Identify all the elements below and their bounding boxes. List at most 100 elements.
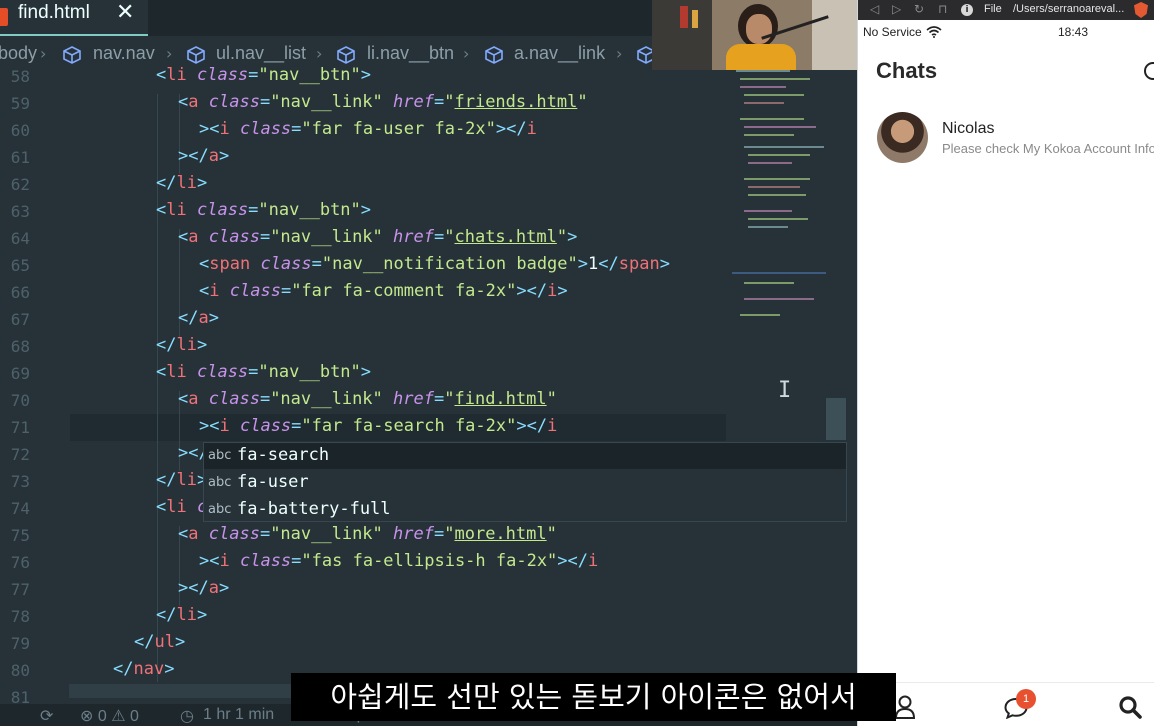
line-number: 68 [10,337,30,356]
breadcrumb-item[interactable]: ul.nav__list [216,43,306,64]
autocomplete-label: fa-battery-full [237,499,391,519]
minimap-line [732,272,826,274]
webcam-overlay [652,0,858,70]
code-line: <i class="far fa-comment fa-2x"></i> [199,281,568,301]
url-scheme: File [984,3,1002,15]
breadcrumb-item[interactable]: body [0,43,37,64]
forward-icon[interactable]: ▷ [892,2,901,16]
back-icon[interactable]: ◁ [870,2,879,16]
phone-status-bar: No Service 18:43 [858,22,1154,44]
chevron-right-icon: › [463,44,470,63]
autocomplete-item[interactable]: abc fa-user [204,470,846,496]
carrier-label: No Service [863,25,922,39]
avatar [877,112,928,163]
line-number: 72 [10,445,30,464]
problems-indicator[interactable]: ⊗ 0 ⚠ 0 [80,706,139,726]
book [680,6,688,28]
line-number: 75 [10,526,30,545]
line-number: 62 [10,175,30,194]
sync-icon[interactable]: ⟳ [40,706,53,726]
chevron-right-icon: › [316,44,323,63]
line-number: 60 [10,121,30,140]
minimap-line [740,314,780,316]
element-cube-icon [485,46,503,64]
tab-find-html[interactable]: find.html ✕ [0,0,148,36]
code-line-current: ><i class="far fa-search fa-2x"></i [199,416,558,436]
line-number: 76 [10,553,30,572]
code-line: <a class="nav__link" href="more.html" [178,524,557,544]
code-line: <li class="nav__btn"> [156,200,372,220]
scrollbar-thumb[interactable] [826,398,846,440]
line-number: 74 [10,499,30,518]
html-file-icon [0,8,8,26]
code-line: </li> [156,173,208,193]
minimap-line [740,78,810,80]
search-icon[interactable] [1144,62,1154,80]
line-number: 71 [10,418,30,437]
code-line: <span class="nav__notification badge">1<… [199,254,670,274]
vertical-scrollbar[interactable] [826,62,848,682]
close-tab-icon[interactable]: ✕ [116,0,134,25]
minimap-line [744,178,810,180]
minimap-line [744,94,804,96]
browser-toolbar: ◁ ▷ ↻ ⊓ i File /Users/serranoareval... [858,0,1154,20]
bookmark-icon[interactable]: ⊓ [938,2,947,16]
brave-shield-icon[interactable] [1134,2,1148,18]
line-number: 65 [10,256,30,275]
chevron-right-icon: › [616,44,623,63]
code-editor[interactable]: find.html ✕ body › nav.nav › ul.nav__lis… [0,0,857,726]
code-line: ></a> [178,146,230,166]
minimap-line [748,154,810,156]
text-kind-icon: abc [208,502,232,517]
code-line: <li class="nav__btn"> [156,65,372,85]
autocomplete-label: fa-search [237,445,330,465]
text-kind-icon: abc [208,448,232,463]
minimap-line [744,210,792,212]
line-number: 63 [10,202,30,221]
face [746,14,772,44]
line-number: 70 [10,391,30,410]
minimap-line [748,194,806,196]
chevron-right-icon: › [40,44,47,63]
minimap-line [744,126,816,128]
breadcrumb-item[interactable]: li.nav__btn [367,43,454,64]
info-icon[interactable]: i [961,4,973,16]
code-line: ></a> [178,578,230,598]
chat-list-item[interactable]: Nicolas Please check My Kokoa Account In… [858,110,1154,166]
address-bar[interactable]: /Users/serranoareval... [1013,3,1124,15]
minimap-line [740,118,804,120]
code-line: </li> [156,470,207,490]
chat-preview: Please check My Kokoa Account Info [942,141,1154,156]
line-number: 58 [10,67,30,86]
chevron-right-icon: › [166,44,173,63]
clock-label: 18:43 [1058,25,1089,39]
element-cube-icon [63,46,81,64]
code-line: </li> [156,335,208,355]
reload-icon[interactable]: ↻ [914,2,924,16]
code-line: <li class="nav__btn"> [156,362,372,382]
breadcrumb-item[interactable]: a.nav__link [514,43,605,64]
chat-name: Nicolas [942,120,995,137]
line-number: 59 [10,94,30,113]
code-line: ><i class="far fa-user fa-2x"></i [199,119,537,139]
search-icon[interactable] [1118,695,1142,719]
breadcrumb-item[interactable]: nav.nav [93,43,155,64]
user-icon[interactable] [894,695,916,719]
code-line: </nav> [113,659,175,679]
minimap-line [736,70,790,72]
minimap-line [744,134,794,136]
autocomplete-item[interactable]: abc fa-battery-full [204,497,846,523]
code-line: </ul> [134,632,186,652]
autocomplete-item[interactable]: abc fa-search [204,443,846,469]
minimap[interactable] [730,62,826,332]
minimap-line [740,86,786,88]
time-tracker[interactable]: 1 hr 1 min [203,706,274,724]
line-number: 67 [10,310,30,329]
line-number: 61 [10,148,30,167]
autocomplete-label: fa-user [237,472,309,492]
line-number: 80 [10,661,30,680]
minimap-line [748,186,800,188]
autocomplete-popup[interactable]: abc fa-search abc fa-user abc fa-battery… [203,442,847,522]
book [692,10,698,28]
code-line: <a class="nav__link" href="chats.html"> [178,227,578,247]
